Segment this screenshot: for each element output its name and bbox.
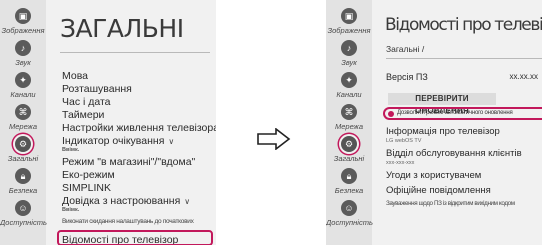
customer-service-item[interactable]: Відділ обслуговування клієнтів [386,148,522,159]
general-settings-panel: ▣ Зображення ♪ Звук ✦ Канали ⌘ Мережа ⚙ … [0,0,216,245]
menu-item-time-date[interactable]: Час і дата [62,96,111,108]
rail-label: Мережа [334,122,363,131]
rail-item-network[interactable]: ⌘ Мережа [326,104,372,131]
menu-item-simplink[interactable]: SIMPLINK [62,182,111,194]
network-icon: ⌘ [15,104,31,120]
picture-icon: ▣ [15,8,31,24]
rail-label: Загальні [333,154,365,163]
page-title: Відомості про телевізор [385,15,542,35]
auto-update-label: Дозволити режим автоматичного оновлення [397,110,513,116]
rail-item-network[interactable]: ⌘ Мережа [0,104,46,131]
menu-item-label: Індикатор очікування [62,135,165,147]
breadcrumb: Загальні / [386,44,425,54]
user-agreements-item[interactable]: Угоди з користувачем [386,170,481,181]
arrow-right-icon [257,127,291,151]
accessibility-icon: ☺ [341,200,357,216]
rail-item-general[interactable]: ⚙ Загальні [326,136,372,163]
rail-label: Зображення [1,26,45,35]
rail-item-sound[interactable]: ♪ Звук [326,40,372,67]
rail-label: Звук [15,58,31,67]
menu-item-eco[interactable]: Еко-режим [62,169,115,181]
menu-item-store-home-mode[interactable]: Режим "в магазині"/"вдома" [62,156,195,168]
sound-icon: ♪ [15,40,31,56]
menu-item-standby-indicator[interactable]: Індикатор очікування ∨ [62,135,174,147]
channels-icon: ✦ [341,72,357,88]
rail-item-safety[interactable]: 🔒︎ Безпека [326,168,372,195]
general-icon: ⚙ [341,136,357,152]
page-title: ЗАГАЛЬНІ [60,14,184,43]
menu-item-language[interactable]: Мова [62,70,88,82]
menu-item-location[interactable]: Розташування [62,83,132,95]
menu-item-value: Ввімк. [62,207,80,213]
rail-label: Доступність [326,218,373,227]
customer-service-value: xxx-xxx-xxx [386,160,415,166]
rail-item-safety[interactable]: 🔒︎ Безпека [0,168,46,195]
rail-label: Доступність [0,218,47,227]
sound-icon: ♪ [341,40,357,56]
tv-information-item[interactable]: Інформація про телевізор [386,126,500,137]
open-source-notice-item[interactable]: Зауваження щодо ПЗ із відкритим вихідним… [386,200,515,207]
rail-label: Зображення [327,26,371,35]
menu-item-reset[interactable]: Виконати скидання налаштувань до початко… [62,218,194,225]
menu-item-power[interactable]: Настройки живлення телевізора [62,122,216,134]
selection-highlight [57,230,213,245]
lock-icon: 🔒︎ [341,168,357,184]
rail-item-accessibility[interactable]: ☺ Доступність [0,200,47,227]
lock-icon: 🔒︎ [15,168,31,184]
legal-notice-item[interactable]: Офіційне повідомлення [386,185,491,196]
menu-item-timers[interactable]: Таймери [62,109,104,121]
rail-label: Загальні [7,154,39,163]
picture-icon: ▣ [341,8,357,24]
rail-label: Мережа [8,122,37,131]
rail-label: Безпека [334,186,364,195]
tv-information-value: LG webOS TV [386,138,422,144]
rail-item-sound[interactable]: ♪ Звук [0,40,46,67]
rail-label: Звук [341,58,357,67]
rail-item-general[interactable]: ⚙ Загальні [0,136,46,163]
check-updates-button[interactable]: ПЕРЕВІРИТИ ОНОВЛЕННЯ [388,93,496,115]
rail-item-picture[interactable]: ▣ Зображення [0,8,46,35]
rail-label: Канали [10,90,36,99]
general-icon: ⚙ [15,136,31,152]
accessibility-icon: ☺ [15,200,31,216]
menu-item-value: Ввімк. [62,147,80,153]
channels-icon: ✦ [15,72,31,88]
rail-item-picture[interactable]: ▣ Зображення [326,8,372,35]
rail-item-channels[interactable]: ✦ Канали [0,72,46,99]
tv-info-panel: ▣ Зображення ♪ Звук ✦ Канали ⌘ Мережа ⚙ … [326,0,542,245]
settings-category-rail: ▣ Зображення ♪ Звук ✦ Канали ⌘ Мережа ⚙ … [326,0,373,245]
radio-selected-icon [388,110,394,117]
rail-label: Канали [336,90,362,99]
chevron-down-icon: ∨ [184,197,191,206]
auto-update-option[interactable]: Дозволити режим автоматичного оновлення [383,107,542,120]
title-divider [386,58,542,59]
rail-item-channels[interactable]: ✦ Канали [326,72,372,99]
rail-label: Безпека [8,186,38,195]
software-version-row: Версія ПЗ xx.xx.xx [386,72,542,82]
software-version-label: Версія ПЗ [386,72,428,82]
menu-item-setup-help[interactable]: Довідка з настроювання ∨ [62,195,190,207]
software-version-value: xx.xx.xx [509,72,538,81]
rail-item-accessibility[interactable]: ☺ Доступність [326,200,373,227]
menu-item-label: Довідка з настроювання [62,195,181,207]
title-divider [60,52,210,53]
network-icon: ⌘ [341,104,357,120]
settings-category-rail: ▣ Зображення ♪ Звук ✦ Канали ⌘ Мережа ⚙ … [0,0,47,245]
chevron-down-icon: ∨ [168,137,175,146]
